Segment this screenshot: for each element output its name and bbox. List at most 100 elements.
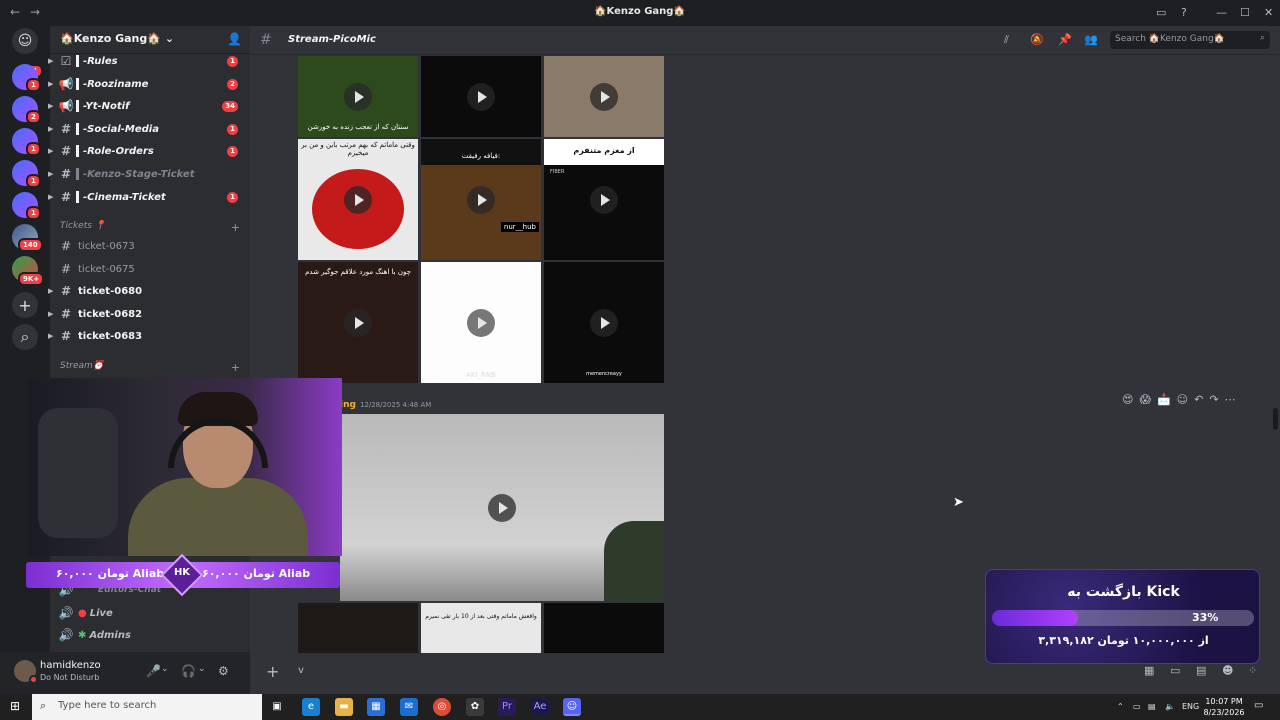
category-stream[interactable]: Stream⏰ +: [60, 361, 240, 374]
video-tile[interactable]: [421, 56, 541, 137]
member-list-icon[interactable]: 👥: [1084, 33, 1098, 46]
channel-item[interactable]: ▶ 📢 -Rooziname 2: [48, 74, 250, 94]
tray-icon[interactable]: ▭: [1133, 702, 1141, 711]
channel-item[interactable]: # ticket-0673: [50, 236, 250, 256]
headphones-icon[interactable]: 🎧: [181, 664, 196, 678]
add-server-button[interactable]: +: [12, 292, 38, 318]
video-tile[interactable]: از مغزم متنفرم FIBER: [544, 139, 664, 260]
close-button[interactable]: ✕: [1264, 6, 1273, 19]
volume-icon[interactable]: 🔈: [1165, 702, 1175, 711]
app-icon[interactable]: ✿: [466, 698, 484, 716]
channel-label: ticket-0675: [78, 263, 135, 275]
gear-icon[interactable]: ⚙: [218, 664, 229, 678]
discover-button[interactable]: ⌕: [12, 324, 38, 350]
channel-item[interactable]: ▶ # -Social-Media 1: [48, 119, 250, 139]
chevron-down-icon[interactable]: ⌄: [198, 664, 206, 674]
hash-icon: #: [60, 307, 72, 321]
play-icon: [590, 185, 618, 214]
reply-icon[interactable]: ↶: [1194, 393, 1203, 406]
premiere-icon[interactable]: Pr: [498, 698, 516, 716]
video-tile[interactable]: [298, 603, 418, 653]
language-indicator[interactable]: ENG: [1182, 702, 1199, 711]
message-actions: 😍 😱 📩 ☺ ↶ ↷ ⋯: [1122, 388, 1236, 410]
minimize-button[interactable]: —: [1216, 6, 1227, 19]
play-icon: [488, 493, 516, 522]
channel-item[interactable]: ▶ 📢 -Yt-Notif 34: [48, 96, 250, 116]
maximize-button[interactable]: ☐: [1240, 6, 1250, 19]
video-tile[interactable]: چون با اهنگ مورد علاقم جوگیر شدم: [298, 262, 418, 383]
sticker-icon[interactable]: ▤: [1196, 664, 1206, 677]
voice-channel[interactable]: 🔊 ✱ Admins: [50, 625, 250, 645]
help-icon[interactable]: ?: [1181, 6, 1187, 19]
chevron-down-icon[interactable]: v: [298, 665, 304, 676]
hash-icon: #: [60, 167, 72, 181]
after-effects-icon[interactable]: Ae: [531, 698, 549, 716]
channel-item[interactable]: # ticket-0675: [50, 259, 250, 279]
voice-channel[interactable]: 🔊 ● Live: [50, 603, 250, 623]
clock[interactable]: 10:07 PM 8/23/2026: [1200, 696, 1248, 718]
video-tile[interactable]: [340, 414, 664, 601]
channel-item[interactable]: ▶ # ticket-0682: [48, 304, 250, 324]
video-tile[interactable]: AKI_RNB: [421, 262, 541, 383]
pin-icon[interactable]: 📌: [1058, 33, 1072, 46]
home-button[interactable]: ☺: [12, 28, 38, 54]
edge-icon[interactable]: e: [302, 698, 320, 716]
reaction-icon[interactable]: 😍: [1122, 393, 1133, 406]
video-tile[interactable]: [544, 56, 664, 137]
reaction-icon[interactable]: 📩: [1157, 393, 1171, 406]
chrome-icon[interactable]: ◎: [433, 698, 451, 716]
notification-icon[interactable]: ▭: [1254, 700, 1263, 711]
gift-icon[interactable]: ▦: [1144, 664, 1154, 677]
plus-icon[interactable]: +: [266, 662, 279, 681]
add-channel-icon[interactable]: +: [231, 361, 240, 374]
inbox-icon[interactable]: ▭: [1156, 6, 1166, 19]
video-tile[interactable]: واقعش ماماتم وقتی بعد از 10 بار تقی نمیر…: [421, 603, 541, 653]
channel-item[interactable]: ▶ # -Cinema-Ticket 1: [48, 187, 250, 207]
video-tile[interactable]: سنتان که از تعجب زنده به خورشن: [298, 56, 418, 137]
video-tile[interactable]: memencreayy: [544, 262, 664, 383]
windows-start-icon[interactable]: ⊞: [10, 699, 20, 713]
network-icon[interactable]: ▤: [1148, 702, 1156, 711]
guild-header[interactable]: 🏠Kenzo Gang🏠 ⌄ 👤: [50, 26, 250, 54]
reaction-icon[interactable]: 😱: [1139, 393, 1150, 406]
channel-item[interactable]: ▶ # ticket-0683: [48, 326, 250, 346]
microphone-icon[interactable]: 🎤: [146, 664, 161, 678]
message-author[interactable]: ing: [340, 400, 356, 410]
task-view-icon[interactable]: ▣: [268, 698, 286, 716]
add-channel-icon[interactable]: +: [231, 221, 240, 234]
store-icon[interactable]: ▦: [367, 698, 385, 716]
channel-item[interactable]: ▶ # ticket-0680: [48, 281, 250, 301]
username[interactable]: hamidkenzo: [40, 660, 101, 671]
caret-icon: ▶: [48, 125, 54, 133]
channel-item[interactable]: ▶ ☑ -Rules 1: [48, 51, 250, 71]
video-tile[interactable]: فیافه رفیقت: nur__hub: [421, 139, 541, 260]
mail-icon[interactable]: ✉: [400, 698, 418, 716]
channel-label: -Cinema-Ticket: [83, 191, 166, 203]
hk-label: HK: [173, 567, 191, 578]
emoji-icon[interactable]: ☻: [1222, 664, 1233, 677]
apps-icon[interactable]: ⁘: [1248, 664, 1257, 677]
gif-icon[interactable]: ▭: [1170, 664, 1180, 677]
more-icon[interactable]: ⋯: [1225, 393, 1236, 406]
channel-item[interactable]: ▶ # -Role-Orders 1: [48, 141, 250, 161]
speaker-icon: 🔊: [58, 628, 74, 642]
taskbar-search[interactable]: ⌕ Type here to search: [32, 694, 262, 720]
forward-icon[interactable]: ↷: [1209, 393, 1218, 406]
chevron-down-icon[interactable]: ⌄: [161, 664, 169, 674]
channel-header: # Stream-PicoMic ⫽ 🔕 📌 👥 Search 🏠Kenzo G…: [250, 26, 1280, 55]
threads-icon[interactable]: ⫽: [1004, 33, 1009, 47]
video-tile[interactable]: وقتی ماماتم که بهم مرتب بابن و من بر میخ…: [298, 139, 418, 260]
file-explorer-icon[interactable]: ▬: [335, 698, 353, 716]
add-member-icon[interactable]: 👤: [227, 32, 242, 46]
channel-item[interactable]: ▶ # -Kenzo-Stage-Ticket: [48, 164, 250, 184]
caret-icon: ▶: [48, 287, 54, 295]
add-reaction-icon[interactable]: ☺: [1177, 393, 1188, 406]
notification-bell-icon[interactable]: 🔕: [1030, 33, 1044, 46]
unread-badge: 2: [227, 78, 238, 90]
video-tile[interactable]: [544, 603, 664, 653]
search-input[interactable]: Search 🏠Kenzo Gang🏠 ⌕: [1110, 31, 1270, 49]
discord-icon[interactable]: ☺: [563, 698, 581, 716]
tray-arrow-icon[interactable]: ⌃: [1117, 702, 1124, 711]
scrollbar[interactable]: [1273, 408, 1278, 430]
category-tickets[interactable]: Tickets 📍 +: [60, 221, 240, 234]
